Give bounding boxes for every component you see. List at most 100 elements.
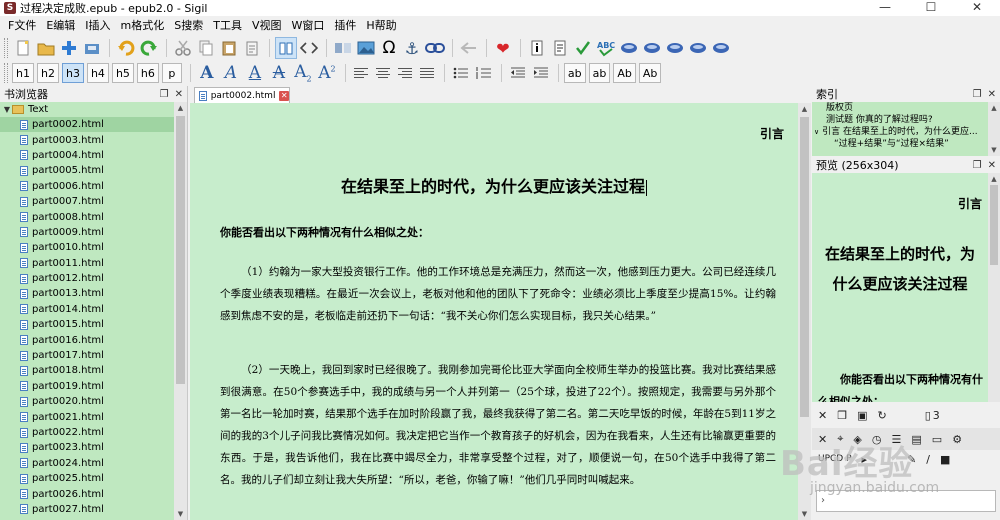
insert-image-icon[interactable] xyxy=(355,37,377,59)
copy-icon[interactable]: ❐ xyxy=(837,409,847,422)
spellcheck-icon[interactable]: ABC xyxy=(595,37,617,59)
menu-edit[interactable]: E编辑 xyxy=(41,16,80,36)
float-panel-icon[interactable]: ❐ xyxy=(973,160,982,171)
numbered-list-icon[interactable] xyxy=(473,62,495,84)
file-item[interactable]: part0004.html xyxy=(0,148,174,163)
bullet-list-icon[interactable] xyxy=(450,62,472,84)
paragraph-button[interactable]: p xyxy=(161,63,182,83)
outdent-icon[interactable] xyxy=(507,62,529,84)
preview-content[interactable]: 引言 在结果至上的时代，为什么更应该关注过程 你能否看出以下两种情况有什么相似之… xyxy=(812,173,988,402)
file-item[interactable]: part0005.html xyxy=(0,163,174,178)
plugin-1-icon[interactable] xyxy=(618,37,640,59)
index-item[interactable]: 测试题 你真的了解过程吗? xyxy=(812,114,988,126)
plugin-5-icon[interactable] xyxy=(710,37,732,59)
page-icon[interactable]: ▯ xyxy=(925,409,931,422)
new-file-icon[interactable] xyxy=(12,37,34,59)
menu-file[interactable]: F文件 xyxy=(3,16,41,36)
undo-icon[interactable] xyxy=(115,37,137,59)
save-icon[interactable]: ▣ xyxy=(857,409,867,422)
toolbar-grip[interactable] xyxy=(4,63,8,83)
chapter-heading[interactable]: 在结果至上的时代，为什么更应该关注过程 xyxy=(190,173,798,197)
menu-plugins[interactable]: 插件 xyxy=(329,16,361,36)
open-folder-icon[interactable] xyxy=(35,37,57,59)
heading-h1-button[interactable]: h1 xyxy=(12,63,34,83)
italic-icon[interactable]: A xyxy=(220,63,242,83)
heading-h2-button[interactable]: h2 xyxy=(36,63,59,83)
file-item[interactable]: part0007.html xyxy=(0,194,174,209)
align-center-icon[interactable] xyxy=(373,63,393,83)
superscript-icon[interactable]: A2 xyxy=(316,63,338,83)
file-item[interactable]: part0020.html xyxy=(0,394,174,409)
chevron-down-icon[interactable]: ∨ xyxy=(814,128,819,136)
scroll-thumb[interactable] xyxy=(990,185,998,265)
close-panel-icon[interactable]: ✕ xyxy=(175,89,183,100)
book-view-icon[interactable] xyxy=(275,37,297,59)
special-char-icon[interactable]: Ω xyxy=(378,37,400,59)
redo-icon[interactable] xyxy=(138,37,160,59)
scroll-up-icon[interactable]: ▲ xyxy=(988,173,1000,185)
validate-icon[interactable] xyxy=(572,37,594,59)
question-line[interactable]: 你能否看出以下两种情况有什么相似之处： xyxy=(220,224,429,240)
float-panel-icon[interactable]: ❐ xyxy=(160,89,169,100)
index-scrollbar[interactable]: ▲ ▼ xyxy=(988,102,1000,156)
paragraph-1[interactable]: （1）约翰为一家大型投资银行工作。他的工作环境总是充满压力，然而这一次，他感到压… xyxy=(220,261,776,327)
plugin-4-icon[interactable] xyxy=(687,37,709,59)
file-item[interactable]: part0018.html xyxy=(0,363,174,378)
float-panel-icon[interactable]: ❐ xyxy=(973,89,982,100)
scroll-up-icon[interactable]: ▲ xyxy=(174,102,187,114)
strikethrough-icon[interactable]: A xyxy=(268,63,290,83)
file-item[interactable]: part0024.html xyxy=(0,456,174,471)
file-item[interactable]: part0014.html xyxy=(0,302,174,317)
close-icon[interactable]: ✕ xyxy=(818,409,827,422)
split-icon[interactable] xyxy=(332,37,354,59)
subscript-icon[interactable]: A2 xyxy=(292,62,314,83)
menu-tools[interactable]: T工具 xyxy=(208,16,247,36)
file-item[interactable]: part0010.html xyxy=(0,240,174,255)
menu-search[interactable]: S搜索 xyxy=(169,16,208,36)
index-item-parent[interactable]: ∨ 引言 在结果至上的时代，为什么更应... xyxy=(812,126,988,138)
file-item[interactable]: part0013.html xyxy=(0,286,174,301)
close-panel-icon[interactable]: ✕ xyxy=(988,89,996,100)
file-item[interactable]: part0009.html xyxy=(0,225,174,240)
file-item[interactable]: part0008.html xyxy=(0,209,174,224)
file-item[interactable]: part0002.html xyxy=(0,117,174,133)
toolbar-grip[interactable] xyxy=(4,38,8,58)
file-item[interactable]: part0017.html xyxy=(0,348,174,363)
scroll-thumb[interactable] xyxy=(176,116,185,384)
plugin-2-icon[interactable] xyxy=(641,37,663,59)
tab-part0002[interactable]: part0002.html ✕ xyxy=(194,87,290,103)
plugin-3-icon[interactable] xyxy=(664,37,686,59)
heading-h4-button[interactable]: h4 xyxy=(86,63,109,83)
index-item[interactable]: “过程+结果”与“过程×结果” xyxy=(812,138,988,150)
heading-h3-button[interactable]: h3 xyxy=(61,63,84,83)
file-item[interactable]: part0003.html xyxy=(0,132,174,147)
heart-icon[interactable]: ❤ xyxy=(492,37,514,59)
underline-icon[interactable]: A xyxy=(244,63,266,83)
file-item[interactable]: part0021.html xyxy=(0,409,174,424)
menu-view[interactable]: V视图 xyxy=(247,16,287,36)
save-icon[interactable] xyxy=(81,37,103,59)
lowercase-alt-button[interactable]: ab xyxy=(588,63,611,83)
anchor-icon[interactable]: ⚓ xyxy=(401,37,423,59)
bold-icon[interactable]: A xyxy=(196,63,218,83)
file-item[interactable]: part0022.html xyxy=(0,425,174,440)
maximize-button[interactable]: ☐ xyxy=(908,0,954,16)
align-justify-icon[interactable] xyxy=(417,63,437,83)
clipboard-icon[interactable] xyxy=(241,37,263,59)
folder-text[interactable]: ▼ Text xyxy=(0,102,174,117)
info-icon[interactable] xyxy=(526,37,548,59)
heading-h5-button[interactable]: h5 xyxy=(111,63,134,83)
file-item[interactable]: part0011.html xyxy=(0,256,174,271)
copy-icon[interactable] xyxy=(195,37,217,59)
align-right-icon[interactable] xyxy=(395,63,415,83)
scroll-up-icon[interactable]: ▲ xyxy=(988,102,1000,114)
file-item[interactable]: part0016.html xyxy=(0,332,174,347)
close-window-button[interactable]: ✕ xyxy=(954,0,1000,16)
menu-format[interactable]: m格式化 xyxy=(116,16,170,36)
titlecase-button[interactable]: Ab xyxy=(638,63,662,83)
menu-insert[interactable]: I插入 xyxy=(80,16,115,36)
heading-h6-button[interactable]: h6 xyxy=(136,63,159,83)
close-tab-icon[interactable]: ✕ xyxy=(279,90,289,101)
index-item[interactable]: 版权页 xyxy=(812,102,988,114)
file-item[interactable]: part0006.html xyxy=(0,179,174,194)
